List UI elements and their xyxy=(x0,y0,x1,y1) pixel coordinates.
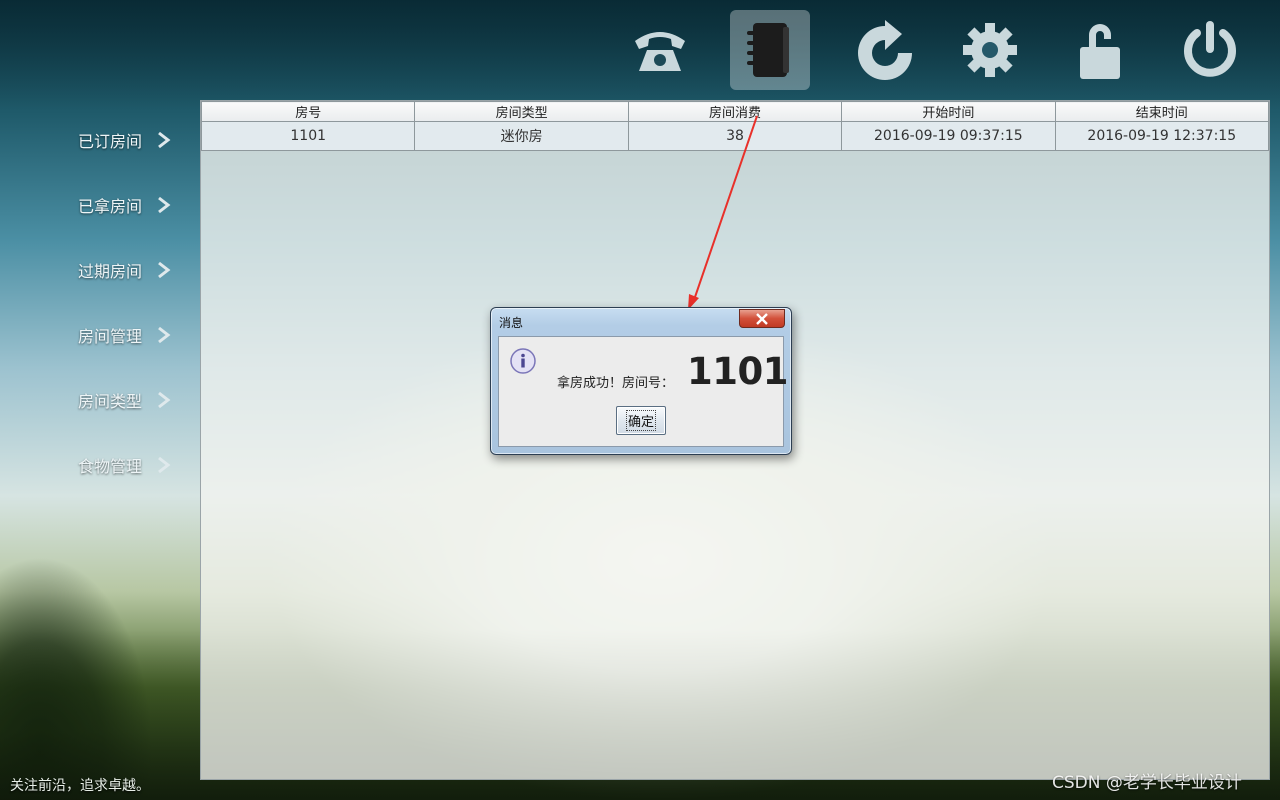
dialog-room-number: 1101 xyxy=(687,350,788,393)
phone-icon xyxy=(635,32,685,71)
column-header-end-time[interactable]: 结束时间 xyxy=(1054,101,1270,122)
ok-button[interactable]: 确定 xyxy=(616,406,666,435)
settings-button[interactable] xyxy=(950,10,1030,90)
sidebar-item-label: 房间管理 xyxy=(78,327,143,346)
sidebar-item-label: 已订房间 xyxy=(78,132,143,151)
sidebar-item-expired-rooms[interactable]: 过期房间 xyxy=(0,250,200,290)
sidebar-item-label: 食物管理 xyxy=(78,457,143,476)
sidebar-item-food-management[interactable]: 食物管理 xyxy=(0,445,200,485)
sidebar-item-taken-rooms[interactable]: 已拿房间 xyxy=(0,185,200,225)
table-row[interactable]: 1101 迷你房 38 2016-09-19 09:37:15 2016-09-… xyxy=(200,121,1270,151)
table-cell-end-time[interactable]: 2016-09-19 12:37:15 xyxy=(1054,121,1270,151)
dialog-body: 拿房成功！房间号： 1101 确定 xyxy=(498,336,788,447)
dialog-message: 拿房成功！房间号： xyxy=(557,376,675,391)
refresh-button[interactable] xyxy=(845,10,925,90)
chevron-right-icon xyxy=(158,196,171,214)
dialog-title: 消息 xyxy=(499,316,524,330)
dialog-close-button[interactable] xyxy=(739,309,785,328)
chevron-right-icon xyxy=(158,391,171,409)
watermark: CSDN @老学长毕业设计 xyxy=(1052,773,1242,793)
table-header-row: 房号 房间类型 房间消费 开始时间 结束时间 xyxy=(200,101,1270,122)
chevron-right-icon xyxy=(158,326,171,344)
sidebar-item-room-management[interactable]: 房间管理 xyxy=(0,315,200,355)
sidebar-item-label: 房间类型 xyxy=(78,392,143,411)
message-dialog: 消息 拿房成功！房间号： 1101 确定 xyxy=(490,307,792,455)
chevron-right-icon xyxy=(158,456,171,474)
gear-icon xyxy=(963,23,1017,77)
table-cell-start-time[interactable]: 2016-09-19 09:37:15 xyxy=(841,121,1056,151)
refresh-icon xyxy=(858,20,912,80)
table-cell-room-cost[interactable]: 38 xyxy=(627,121,843,151)
info-icon xyxy=(510,348,536,374)
sidebar-item-booked-rooms[interactable]: 已订房间 xyxy=(0,120,200,160)
power-button[interactable] xyxy=(1170,10,1250,90)
column-header-room-cost[interactable]: 房间消费 xyxy=(627,101,843,122)
table-cell-room-type[interactable]: 迷你房 xyxy=(414,121,629,151)
column-header-room-number[interactable]: 房号 xyxy=(200,101,416,122)
chevron-right-icon xyxy=(158,131,171,149)
room-table: 房号 房间类型 房间消费 开始时间 结束时间 1101 迷你房 38 2016-… xyxy=(200,101,1270,151)
power-icon xyxy=(1184,21,1236,77)
chevron-right-icon xyxy=(158,261,171,279)
sidebar-item-room-types[interactable]: 房间类型 xyxy=(0,380,200,420)
ok-button-label: 确定 xyxy=(625,410,656,431)
lock-button[interactable] xyxy=(1060,10,1140,90)
notebook-button[interactable] xyxy=(730,10,810,90)
table-cell-room-number[interactable]: 1101 xyxy=(200,121,416,151)
sidebar-item-label: 已拿房间 xyxy=(78,197,143,216)
unlock-icon xyxy=(1080,24,1120,79)
column-header-room-type[interactable]: 房间类型 xyxy=(414,101,629,122)
notebook-icon xyxy=(747,23,789,77)
footer-slogan: 关注前沿，追求卓越。 xyxy=(10,778,150,794)
sidebar-item-label: 过期房间 xyxy=(78,262,143,281)
top-toolbar xyxy=(620,10,1260,92)
column-header-start-time[interactable]: 开始时间 xyxy=(841,101,1056,122)
close-icon xyxy=(756,312,768,325)
phone-button[interactable] xyxy=(620,10,700,90)
